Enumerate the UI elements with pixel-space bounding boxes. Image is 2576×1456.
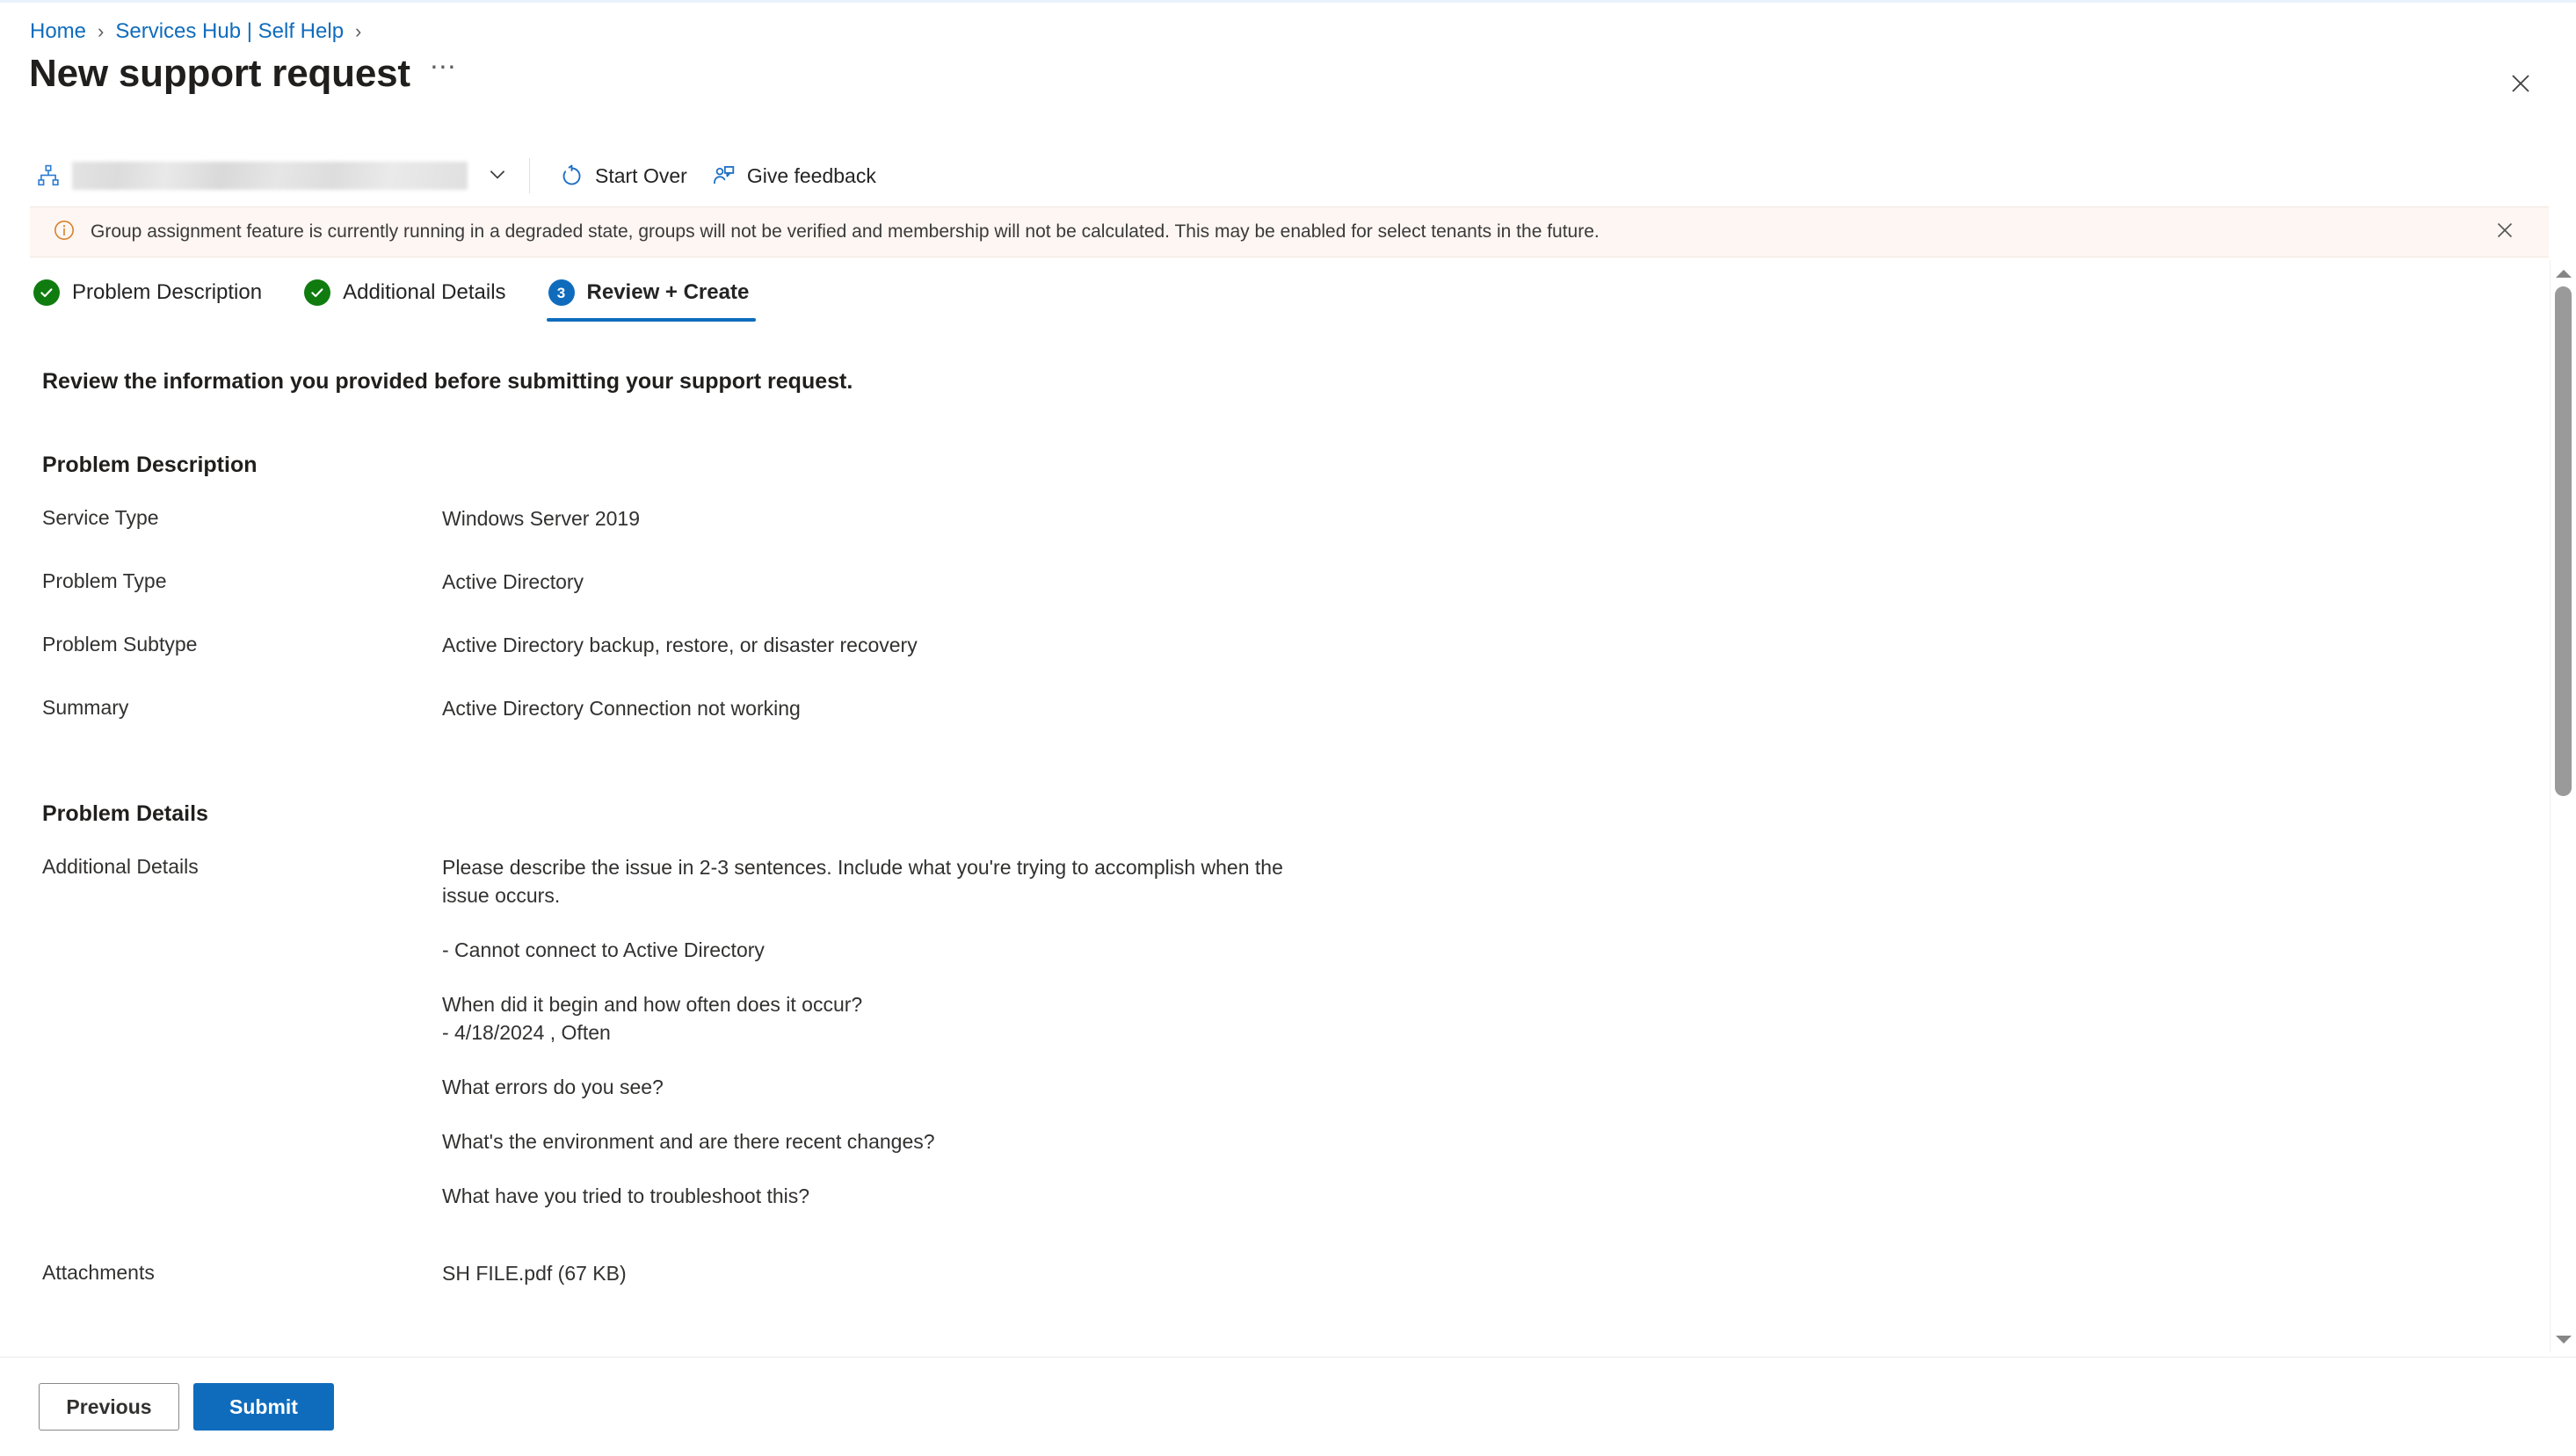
org-hierarchy-icon (37, 164, 60, 187)
banner-dismiss-button[interactable] (2487, 214, 2522, 250)
step-number: 3 (556, 284, 566, 301)
field-summary: Summary Active Directory Connection not … (42, 694, 2576, 722)
field-problem-type: Problem Type Active Directory (42, 568, 2576, 596)
step-additional-details[interactable]: Additional Details (297, 274, 519, 322)
section-heading: Problem Description (42, 453, 258, 477)
field-service-type: Service Type Windows Server 2019 (42, 504, 2576, 532)
detail-paragraph: When did it begin and how often does it … (442, 993, 863, 1044)
toolbar-divider (529, 158, 530, 193)
organization-dropdown-button[interactable] (478, 156, 517, 195)
close-icon (2495, 221, 2514, 244)
field-label: Problem Subtype (42, 633, 198, 656)
section-heading: Problem Details (42, 801, 208, 826)
step-problem-description[interactable]: Problem Description (26, 274, 276, 322)
field-label: Problem Type (42, 569, 167, 592)
review-content-scroll-area[interactable]: Review the information you provided befo… (0, 343, 2576, 1357)
close-icon (2509, 72, 2532, 95)
command-toolbar: Start Over Give feedback (37, 153, 2576, 199)
chevron-down-icon (486, 163, 509, 190)
content-scrollbar[interactable] (2550, 260, 2576, 1352)
detail-paragraph: - Cannot connect to Active Directory (442, 938, 765, 961)
banner-message: Group assignment feature is currently ru… (91, 221, 1600, 242)
organization-picker[interactable] (37, 162, 468, 190)
field-label: Additional Details (42, 855, 199, 878)
scrollbar-thumb[interactable] (2555, 286, 2572, 796)
detail-paragraph: Please describe the issue in 2-3 sentenc… (442, 856, 1283, 907)
field-value-paragraphs: Please describe the issue in 2-3 sentenc… (442, 853, 1321, 1210)
field-value: Active Directory Connection not working (442, 697, 801, 720)
detail-paragraph: What errors do you see? (442, 1076, 664, 1098)
previous-button[interactable]: Previous (39, 1383, 179, 1431)
step-label: Review + Create (586, 280, 750, 304)
person-feedback-icon (712, 164, 736, 188)
scroll-up-arrow-icon (2555, 269, 2572, 278)
give-feedback-button[interactable]: Give feedback (700, 156, 889, 195)
close-panel-button[interactable] (2502, 65, 2539, 102)
field-attachments: Attachments SH FILE.pdf (67 KB) (42, 1259, 2576, 1287)
field-value: Active Directory (442, 570, 584, 593)
give-feedback-label: Give feedback (746, 163, 876, 187)
step-complete-check-icon (304, 279, 331, 306)
detail-paragraph: What have you tried to troubleshoot this… (442, 1184, 810, 1207)
breadcrumb-item-home[interactable]: Home (30, 19, 86, 44)
detail-paragraph: What's the environment and are there rec… (442, 1130, 935, 1153)
refresh-icon (560, 164, 584, 188)
wizard-steps: Problem Description Additional Details 3… (26, 274, 784, 322)
breadcrumb-separator-trailing: › (355, 20, 362, 42)
step-number-badge: 3 (548, 279, 575, 306)
field-value: Active Directory backup, restore, or dis… (442, 634, 918, 656)
scroll-down-button[interactable] (2551, 1328, 2576, 1351)
step-complete-check-icon (33, 279, 60, 306)
step-label: Additional Details (343, 280, 506, 304)
breadcrumb-separator: › (98, 20, 105, 42)
field-value: SH FILE.pdf (67 KB) (442, 1262, 627, 1285)
top-accent-bar (0, 0, 2576, 3)
field-problem-subtype: Problem Subtype Active Directory backup,… (42, 631, 2576, 659)
review-instruction: Review the information you provided befo… (42, 369, 853, 394)
breadcrumb-item-services-hub[interactable]: Services Hub | Self Help (115, 19, 344, 44)
start-over-label: Start Over (595, 163, 687, 187)
field-label: Attachments (42, 1261, 155, 1284)
field-label: Service Type (42, 506, 159, 529)
start-over-button[interactable]: Start Over (548, 156, 700, 195)
organization-value-redacted[interactable] (72, 162, 468, 190)
breadcrumb: Home › Services Hub | Self Help › (30, 19, 373, 44)
step-review-create[interactable]: 3 Review + Create (541, 274, 764, 322)
section-problem-details: Problem Details Additional Details Pleas… (42, 801, 2576, 1287)
page-title: New support request (29, 52, 410, 95)
submit-button[interactable]: Submit (193, 1383, 334, 1431)
field-label: Summary (42, 696, 129, 719)
degraded-state-banner: Group assignment feature is currently ru… (30, 206, 2549, 257)
field-additional-details: Additional Details Please describe the i… (42, 853, 2576, 1210)
field-value: Windows Server 2019 (442, 507, 640, 530)
more-options-icon[interactable]: ⋯ (430, 54, 457, 89)
info-circle-icon (53, 219, 76, 246)
scroll-down-arrow-icon (2555, 1335, 2572, 1344)
wizard-footer: Previous Submit (0, 1357, 2576, 1456)
step-label: Problem Description (72, 280, 263, 304)
section-problem-description: Problem Description Service Type Windows… (42, 453, 2576, 722)
page-header: New support request ⋯ (29, 51, 457, 97)
scroll-up-button[interactable] (2551, 262, 2576, 285)
